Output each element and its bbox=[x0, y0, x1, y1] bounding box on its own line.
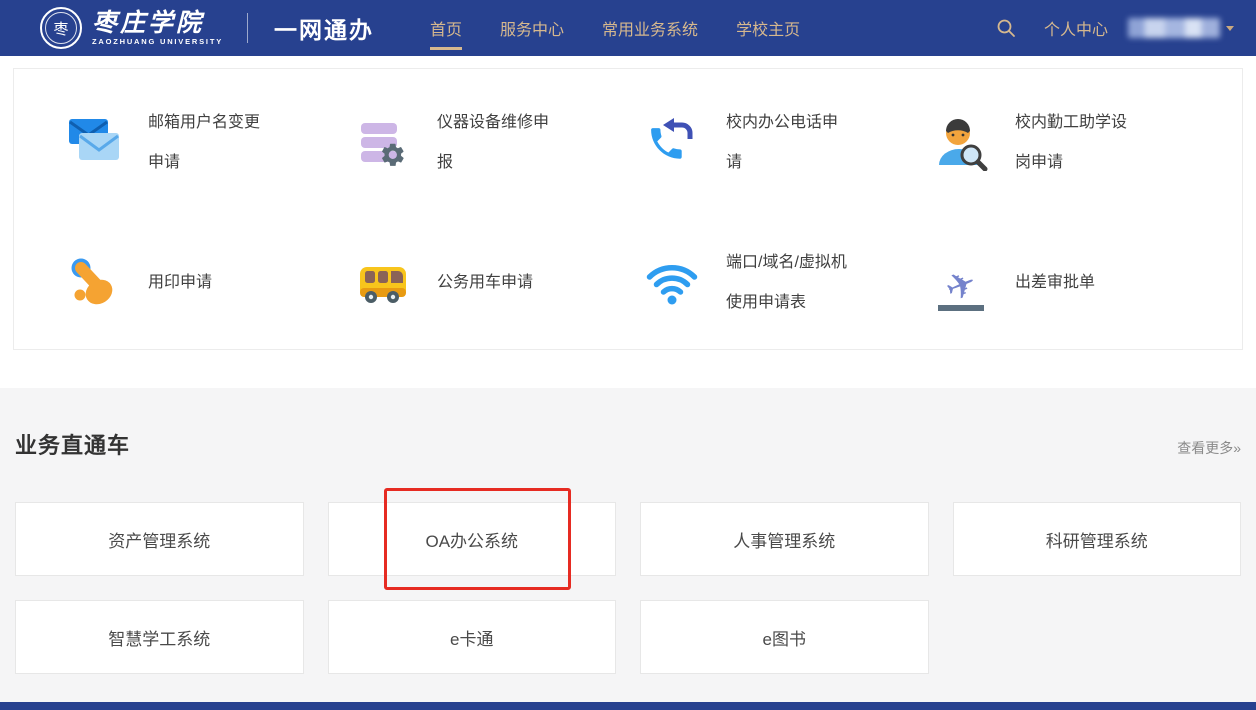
service-item-business-trip[interactable]: ✈ 出差审批单 bbox=[933, 213, 1222, 353]
top-navbar: 枣 枣庄学院 ZAOZHUANG UNIVERSITY 一网通办 首页 服务中心… bbox=[0, 0, 1256, 56]
main-nav: 首页 服务中心 常用业务系统 学校主页 bbox=[430, 0, 838, 56]
service-item-office-phone[interactable]: 校内办公电话申请 bbox=[644, 73, 933, 213]
university-name: 枣庄学院 ZAOZHUANG UNIVERSITY bbox=[92, 10, 223, 46]
service-label: 校内办公电话申请 bbox=[726, 103, 848, 183]
airplane-icon: ✈ bbox=[933, 255, 989, 311]
system-box-e-card[interactable]: e卡通 bbox=[328, 600, 617, 674]
bus-icon bbox=[355, 255, 411, 311]
phone-callback-icon bbox=[644, 115, 700, 171]
personal-center-link[interactable]: 个人中心 bbox=[1044, 16, 1108, 40]
service-item-seal-application[interactable]: 用印申请 bbox=[66, 213, 355, 353]
section-title: 业务直通车 bbox=[15, 428, 130, 460]
system-box-research-management[interactable]: 科研管理系统 bbox=[953, 502, 1242, 576]
nav-item-service-center[interactable]: 服务中心 bbox=[500, 0, 564, 56]
service-label: 公务用车申请 bbox=[437, 263, 559, 303]
business-section: 业务直通车 查看更多» 资产管理系统 OA办公系统 人事管理系统 科研管理系统 … bbox=[0, 388, 1256, 702]
service-label: 邮箱用户名变更申请 bbox=[148, 103, 270, 183]
mail-icon bbox=[66, 115, 122, 171]
footer-bar bbox=[0, 702, 1256, 710]
seal-glyph: 枣 bbox=[45, 12, 77, 44]
header-divider bbox=[247, 13, 248, 43]
system-box-hr-management[interactable]: 人事管理系统 bbox=[640, 502, 929, 576]
portal-title: 一网通办 bbox=[274, 11, 374, 45]
header-right: 个人中心 bbox=[996, 16, 1234, 40]
service-item-official-vehicle[interactable]: 公务用车申请 bbox=[355, 213, 644, 353]
service-item-port-domain-vm[interactable]: 端口/域名/虚拟机使用申请表 bbox=[644, 213, 933, 353]
system-box-smart-student-affairs[interactable]: 智慧学工系统 bbox=[15, 600, 304, 674]
service-label: 用印申请 bbox=[148, 263, 270, 303]
service-label: 端口/域名/虚拟机使用申请表 bbox=[726, 243, 848, 323]
university-seal-logo[interactable]: 枣 bbox=[40, 7, 82, 49]
system-box-e-book[interactable]: e图书 bbox=[640, 600, 929, 674]
services-card: 邮箱用户名变更申请 仪器设备维修申报 校内办公电话申请 bbox=[13, 68, 1243, 350]
nav-item-home[interactable]: 首页 bbox=[430, 0, 462, 56]
service-label: 出差审批单 bbox=[1015, 263, 1137, 303]
system-box-oa-office[interactable]: OA办公系统 bbox=[328, 502, 617, 576]
service-item-work-study-post[interactable]: 校内勤工助学设岗申请 bbox=[933, 73, 1222, 213]
service-item-equipment-repair[interactable]: 仪器设备维修申报 bbox=[355, 73, 644, 213]
service-label: 校内勤工助学设岗申请 bbox=[1015, 103, 1137, 183]
airplane-glyph: ✈ bbox=[940, 264, 981, 309]
chevron-down-icon bbox=[1226, 26, 1234, 31]
services-zone: 邮箱用户名变更申请 仪器设备维修申报 校内办公电话申请 bbox=[0, 56, 1256, 388]
systems-grid: 资产管理系统 OA办公系统 人事管理系统 科研管理系统 智慧学工系统 e卡通 e… bbox=[15, 502, 1241, 674]
search-icon[interactable] bbox=[996, 18, 1016, 38]
hand-pointer-icon bbox=[66, 255, 122, 311]
university-name-en: ZAOZHUANG UNIVERSITY bbox=[92, 38, 223, 46]
nav-item-school-homepage[interactable]: 学校主页 bbox=[736, 0, 800, 56]
server-gear-icon bbox=[355, 115, 411, 171]
user-name-blurred[interactable] bbox=[1128, 18, 1220, 38]
business-section-header: 业务直通车 查看更多» bbox=[15, 428, 1241, 458]
nav-item-common-systems[interactable]: 常用业务系统 bbox=[602, 0, 698, 56]
view-more-link[interactable]: 查看更多» bbox=[1177, 438, 1241, 458]
person-search-icon bbox=[933, 115, 989, 171]
university-name-zh: 枣庄学院 bbox=[92, 10, 223, 35]
service-label: 仪器设备维修申报 bbox=[437, 103, 559, 183]
system-box-asset-management[interactable]: 资产管理系统 bbox=[15, 502, 304, 576]
service-item-email-username-change[interactable]: 邮箱用户名变更申请 bbox=[66, 73, 355, 213]
system-box-label: OA办公系统 bbox=[425, 527, 518, 552]
wifi-icon bbox=[644, 255, 700, 311]
